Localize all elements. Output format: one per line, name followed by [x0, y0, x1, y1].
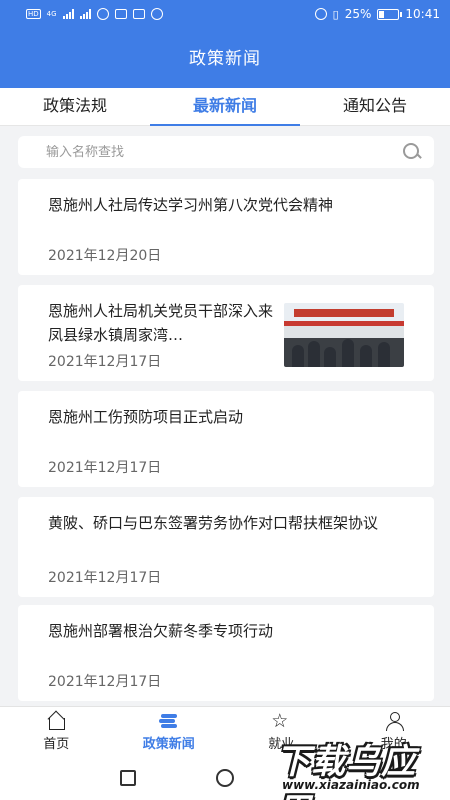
search-bar: [18, 136, 434, 168]
network-speed: 4G: [46, 10, 57, 18]
star-icon: ☆: [271, 710, 289, 732]
news-card[interactable]: 恩施州人社局传达学习州第八次党代会精神 2021年12月20日: [18, 179, 434, 275]
watermark: 下载乌应用 www.xiazainiao.com: [272, 730, 450, 800]
news-icon: [158, 712, 179, 730]
news-date: 2021年12月20日: [48, 248, 162, 264]
battery-icon: [377, 8, 403, 20]
app-header: HD 4G ▯ 25% 10:41 政策新闻: [0, 0, 450, 88]
search-input[interactable]: [46, 144, 402, 160]
tab-latest-news[interactable]: 最新新闻: [150, 88, 300, 126]
page-title: 政策新闻: [189, 49, 261, 69]
news-title: 恩施州人社局机关党员干部深入来凤县绿水镇周家湾…: [48, 302, 274, 344]
news-title: 恩施州人社局传达学习州第八次党代会精神: [48, 196, 334, 214]
watermark-url: www.xiazainiao.com: [282, 778, 420, 792]
clock: 10:41: [405, 7, 440, 21]
vibrate-icon: ▯: [332, 7, 339, 21]
tab-policy-law[interactable]: 政策法规: [0, 88, 150, 125]
news-date: 2021年12月17日: [48, 354, 162, 370]
news-date: 2021年12月17日: [48, 570, 162, 586]
shield-icon: [150, 8, 163, 20]
home-button[interactable]: [216, 769, 234, 787]
news-card[interactable]: 恩施州部署根治欠薪冬季专项行动 2021年12月17日: [18, 605, 434, 701]
news-title: 黄陂、硚口与巴东签署劳务协作对口帮扶框架协议: [48, 514, 379, 532]
hd-badge: HD: [26, 9, 41, 19]
nav-policy-news[interactable]: 政策新闻: [113, 707, 226, 756]
app-notification-icon: [114, 9, 127, 19]
news-thumbnail: [284, 303, 404, 367]
wechat-icon: [96, 8, 109, 20]
nav-home[interactable]: 首页: [0, 707, 113, 756]
recent-apps-button[interactable]: [120, 770, 136, 786]
news-title: 恩施州部署根治欠薪冬季专项行动: [48, 622, 274, 640]
news-date: 2021年12月17日: [48, 460, 162, 476]
news-card[interactable]: 恩施州工伤预防项目正式启动 2021年12月17日: [18, 391, 434, 487]
battery-percent: 25%: [344, 7, 372, 21]
status-bar: HD 4G ▯ 25% 10:41: [0, 0, 450, 28]
user-icon: [384, 712, 404, 731]
tab-notices[interactable]: 通知公告: [300, 88, 450, 125]
signal-icon: [62, 9, 74, 19]
news-date: 2021年12月17日: [48, 674, 162, 690]
signal-icon-2: [79, 9, 91, 19]
message-icon: [132, 9, 145, 19]
news-title: 恩施州工伤预防项目正式启动: [48, 408, 244, 426]
nav-label: 首页: [43, 737, 70, 752]
home-icon: [46, 712, 66, 730]
alarm-icon: [314, 8, 327, 20]
news-card[interactable]: 黄陂、硚口与巴东签署劳务协作对口帮扶框架协议 2021年12月17日: [18, 497, 434, 597]
tab-bar: 政策法规 最新新闻 通知公告: [0, 88, 450, 126]
nav-label: 政策新闻: [142, 737, 195, 752]
news-card[interactable]: 恩施州人社局机关党员干部深入来凤县绿水镇周家湾… 2021年12月17日: [18, 285, 434, 381]
search-icon[interactable]: [402, 142, 422, 162]
